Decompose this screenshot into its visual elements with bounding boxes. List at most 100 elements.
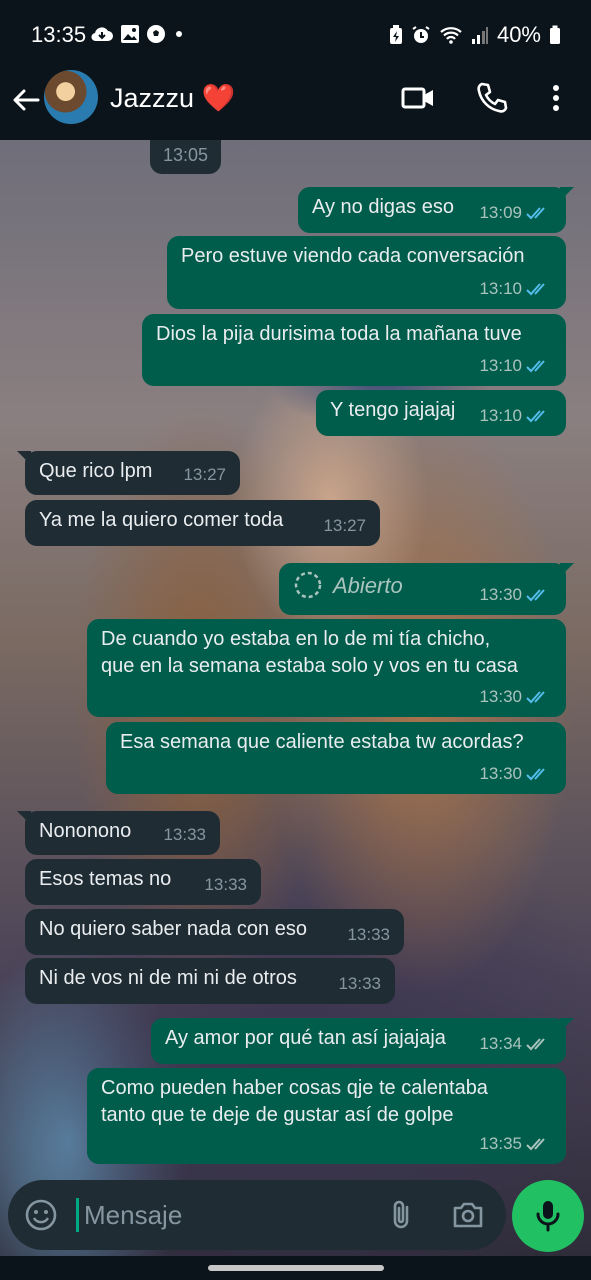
message-text: Ay no digas eso (312, 196, 454, 218)
bubble-tail (17, 451, 31, 465)
message-time: 13:30 (479, 764, 522, 783)
message-text: Ni de vos ni de mi ni de otros (39, 967, 297, 989)
message-meta: 13:33 (163, 821, 206, 848)
status-right: 40% (389, 22, 561, 48)
delivered-ticks-icon (526, 1037, 545, 1050)
message-meta: 13:30 (479, 760, 552, 787)
message-text: Ay amor por qué tan así jajajaja (165, 1027, 446, 1049)
back-arrow-icon[interactable] (8, 82, 44, 118)
view-once-label: Abierto (333, 572, 403, 598)
message-time: 13:10 (479, 356, 522, 375)
cloud-icon (91, 27, 113, 42)
message-meta: 13:10 (479, 402, 552, 429)
incoming-message[interactable]: Ni de vos ni de mi ni de otros 13:33 (25, 958, 395, 1004)
more-vert-icon[interactable] (538, 80, 574, 116)
chat-area[interactable]: 13:05 Ay no digas eso 13:09 Pero estuve … (0, 140, 591, 1256)
emoji-icon[interactable] (24, 1198, 58, 1232)
avatar[interactable] (44, 70, 98, 124)
dot-icon (176, 31, 182, 37)
read-ticks-icon (526, 359, 545, 372)
message-time: 13:33 (204, 875, 247, 894)
outgoing-message[interactable]: Dios la pija durisima toda la mañana tuv… (142, 314, 566, 386)
read-ticks-icon (526, 588, 545, 601)
battery-icon (550, 25, 560, 44)
read-ticks-icon (526, 409, 545, 422)
message-meta: 13:10 (479, 352, 552, 379)
incoming-message[interactable]: No quiero saber nada con eso 13:33 (25, 909, 404, 955)
message-input[interactable] (84, 1194, 374, 1236)
view-once-message[interactable]: Abierto 13:30 (279, 563, 574, 615)
message-meta: 13:10 (479, 275, 552, 302)
message-composer (8, 1180, 506, 1250)
bubble-tail (560, 563, 574, 577)
outgoing-message[interactable]: Ay amor por qué tan así jajajaja 13:34 (151, 1018, 574, 1064)
message-meta: 13:35 (479, 1130, 552, 1157)
message-time: 13:33 (347, 925, 390, 944)
outgoing-message[interactable]: Y tengo jajajaj 13:10 (316, 390, 566, 436)
outgoing-message[interactable]: Pero estuve viendo cada conversación 13:… (167, 236, 566, 309)
view-once-opened-icon (294, 571, 322, 599)
home-gesture-pill[interactable] (208, 1265, 384, 1271)
message-meta: 13:34 (479, 1030, 552, 1057)
message-meta: 13:33 (204, 871, 247, 898)
heart-emoji: ❤️ (201, 83, 236, 113)
outgoing-message[interactable]: Como pueden haber cosas qje te calentaba… (87, 1068, 566, 1164)
phone-icon[interactable] (474, 80, 510, 116)
message-text-line: tanto que te deje de gustar así de golpe (101, 1104, 454, 1126)
soccer-ball-icon (147, 25, 165, 43)
status-time: 13:35 (31, 22, 87, 47)
chat-header: Jazzzu ❤️ (0, 68, 591, 140)
message-text: Esos temas no (39, 868, 172, 890)
camera-icon[interactable] (450, 1197, 486, 1233)
message-text-line: que en la semana estaba solo y vos en tu… (101, 655, 518, 677)
incoming-message[interactable]: Que rico lpm 13:27 (17, 451, 240, 495)
outgoing-message[interactable]: Esa semana que caliente estaba tw acorda… (106, 722, 566, 794)
bubble-tail (560, 187, 574, 201)
message-meta: 13:09 (479, 199, 552, 226)
message-time: 13:27 (183, 465, 226, 484)
voice-message-button[interactable] (512, 1180, 584, 1252)
message-time: 13:34 (479, 1034, 522, 1053)
video-call-icon[interactable] (400, 80, 436, 116)
read-ticks-icon (526, 206, 545, 219)
incoming-message[interactable]: Esos temas no 13:33 (25, 859, 261, 905)
message-text-line: De cuando yo estaba en lo de mi tía chic… (101, 628, 491, 650)
message-text: Esa semana que caliente estaba tw acorda… (120, 731, 524, 753)
wifi-icon (440, 27, 462, 44)
read-ticks-icon (526, 282, 545, 295)
text-cursor (76, 1198, 79, 1232)
status-left-icons (90, 24, 186, 44)
message-time: 13:33 (338, 974, 381, 993)
incoming-message[interactable]: Nononono 13:33 (17, 811, 220, 855)
message-text: Nononono (39, 820, 132, 842)
message-time: 13:09 (479, 203, 522, 222)
system-nav-bar (0, 1256, 591, 1280)
outgoing-message[interactable]: De cuando yo estaba en lo de mi tía chic… (87, 619, 566, 717)
outgoing-message[interactable]: Ay no digas eso 13:09 (298, 187, 574, 233)
incoming-message[interactable]: Ya me la quiero comer toda 13:27 (25, 500, 380, 546)
message-meta: 13:27 (323, 512, 366, 539)
signal-icon (471, 27, 488, 44)
read-ticks-icon (526, 690, 545, 703)
status-bar: 13:35 40% (0, 0, 591, 68)
contact-name[interactable]: Jazzzu ❤️ (110, 82, 235, 114)
message-text-line: Como pueden haber cosas qje te calentaba (101, 1077, 488, 1099)
message-time: 13:27 (323, 516, 366, 535)
message-time: 13:10 (479, 279, 522, 298)
delivered-ticks-icon (526, 1137, 545, 1150)
bubble-tail (560, 1018, 574, 1032)
mic-icon (536, 1201, 560, 1232)
message-text: Pero estuve viendo cada conversación (181, 245, 525, 267)
message-text: Dios la pija durisima toda la mañana tuv… (156, 323, 522, 345)
contact-name-text: Jazzzu (110, 83, 195, 113)
battery-saver-icon (389, 25, 402, 44)
message-meta: 13:30 (479, 581, 552, 608)
message-text: Ya me la quiero comer toda (39, 509, 284, 531)
date-timestamp-badge: 13:05 (150, 140, 222, 174)
message-text: Y tengo jajajaj (330, 399, 456, 421)
message-time: 13:10 (479, 406, 522, 425)
message-meta: 13:27 (183, 461, 226, 488)
message-meta: 13:33 (338, 970, 381, 997)
attach-icon[interactable] (384, 1197, 420, 1233)
bubble-tail (17, 811, 31, 825)
